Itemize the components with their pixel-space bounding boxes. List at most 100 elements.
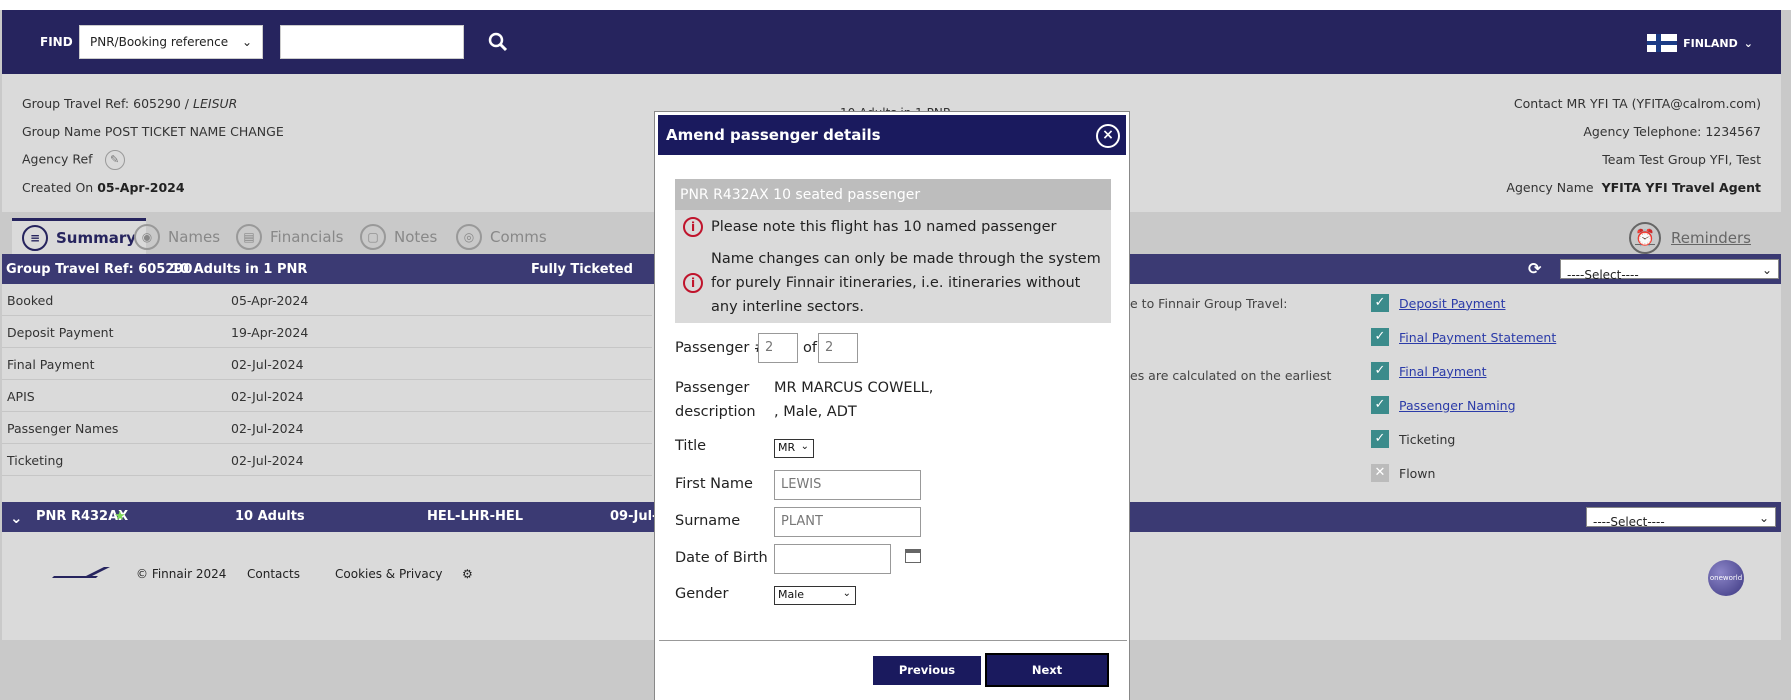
checkmark-icon: ✓: [1371, 396, 1389, 414]
surname-input[interactable]: PLANT: [774, 507, 921, 537]
desc-label-line2: description: [675, 404, 756, 420]
created-on-value: 05-Apr-2024: [97, 180, 185, 195]
tab-summary[interactable]: ≡ Summary: [12, 218, 147, 254]
gender-value: Male: [778, 588, 805, 601]
checklist-link[interactable]: Final Payment Statement: [1399, 330, 1556, 345]
search-input[interactable]: [280, 25, 464, 59]
agency-name-value: YFITA YFI Travel Agent: [1601, 180, 1761, 195]
date-row: Ticketing 02-Jul-2024: [2, 444, 652, 476]
select-value: ----Select----: [1567, 268, 1639, 282]
passenger-number-input[interactable]: 2: [758, 333, 798, 363]
date-row: Passenger Names 02-Jul-2024: [2, 412, 652, 444]
chevron-down-icon: ⌄: [842, 588, 851, 599]
first-name-input[interactable]: LEWIS: [774, 470, 921, 500]
tab-notes[interactable]: ▢ Notes: [360, 220, 437, 254]
gear-icon[interactable]: ⚙: [462, 567, 473, 581]
pnr-route: HEL-LHR-HEL: [427, 509, 524, 524]
tab-financials[interactable]: ▤ Financials: [236, 220, 344, 254]
amend-passenger-modal: Amend passenger details × PNR R432AX 10 …: [654, 111, 1130, 700]
chevron-down-icon: ⌄: [1743, 36, 1753, 50]
cookies-privacy-link[interactable]: Cookies & Privacy: [335, 567, 442, 581]
checklist-item: ✓ Final Payment Statement: [1371, 328, 1556, 346]
find-label: FIND: [40, 35, 73, 49]
agency-ref-label: Agency Ref: [22, 151, 93, 167]
date-row: Final Payment 02-Jul-2024: [2, 348, 652, 380]
checkmark-icon: ✓: [1371, 430, 1389, 448]
find-type-select[interactable]: PNR/Booking reference ⌄: [79, 25, 263, 59]
of-label: of: [803, 340, 817, 356]
contacts-link[interactable]: Contacts: [247, 567, 300, 581]
summary-ref: Group Travel Ref: 605290: [6, 262, 193, 277]
checklist-item: ✓ Final Payment: [1371, 362, 1487, 380]
next-button[interactable]: Next: [985, 653, 1109, 687]
gender-select[interactable]: Male ⌄: [774, 586, 856, 605]
previous-button[interactable]: Previous: [873, 656, 981, 685]
pnr-action-select[interactable]: ----Select---- ⌄: [1586, 507, 1776, 529]
checklist-link[interactable]: Final Payment: [1399, 364, 1487, 379]
date-row-label: Deposit Payment: [7, 325, 114, 340]
notice-heading: PNR R432AX 10 seated passenger: [675, 179, 1111, 210]
people-icon: ◉: [134, 224, 160, 250]
passenger-total-field: 2: [818, 333, 858, 363]
reminders-link[interactable]: ⏰ Reminders: [1629, 222, 1751, 254]
date-row-label: Ticketing: [7, 453, 64, 468]
oneworld-logo: oneworld: [1708, 560, 1744, 596]
group-name-label: Group Name: [22, 124, 101, 139]
group-name-value: POST TICKET NAME CHANGE: [104, 124, 284, 139]
close-icon[interactable]: ×: [1096, 124, 1120, 148]
checklist-link[interactable]: Passenger Naming: [1399, 398, 1516, 413]
group-name: Group Name POST TICKET NAME CHANGE: [22, 124, 284, 139]
dob-input[interactable]: [774, 544, 891, 574]
summary-status: Fully Ticketed: [531, 262, 633, 277]
warning-icon: i: [683, 217, 703, 237]
notice-text-1: Please note this flight has 10 named pas…: [711, 219, 1057, 235]
passenger-description: MR MARCUS COWELL, , Male, ADT: [774, 376, 933, 424]
date-row-label: Final Payment: [7, 357, 95, 372]
title-select[interactable]: MR ⌄: [774, 439, 814, 458]
gender-label: Gender: [675, 586, 729, 602]
info-note-1: e to Finnair Group Travel:: [1130, 296, 1288, 311]
checklist-item: ✓ Ticketing: [1371, 430, 1455, 448]
comms-icon: ◎: [456, 224, 482, 250]
list-icon: ≡: [22, 224, 48, 251]
group-ref: Group Travel Ref: 605290 / LEISUR: [22, 96, 237, 111]
agency-name-label: Agency Name: [1506, 180, 1594, 195]
created-on: Created On 05-Apr-2024: [22, 180, 185, 195]
top-header: FIND PNR/Booking reference ⌄ FINLAND ⌄: [2, 10, 1781, 74]
refresh-icon[interactable]: ⟳: [1528, 259, 1541, 278]
tab-names[interactable]: ◉ Names: [134, 220, 220, 254]
cross-icon: ✕: [1371, 464, 1389, 482]
country-selector[interactable]: FINLAND ⌄: [1647, 34, 1753, 52]
date-row: Booked 05-Apr-2024: [2, 284, 652, 316]
finnair-logo: [52, 567, 110, 578]
date-row-value: 02-Jul-2024: [231, 421, 304, 436]
group-ref-type: LEISUR: [193, 96, 238, 111]
agency-name: Agency Name YFITA YFI Travel Agent: [1506, 180, 1761, 195]
notice-box: PNR R432AX 10 seated passenger i Please …: [675, 179, 1111, 323]
summary-count: 10 Adults in 1 PNR: [171, 262, 308, 277]
tab-label: Notes: [394, 228, 438, 246]
date-row-value: 02-Jul-2024: [231, 453, 304, 468]
tab-comms[interactable]: ◎ Comms: [456, 220, 547, 254]
checkmark-icon: ✓: [1371, 328, 1389, 346]
date-row-value: 02-Jul-2024: [231, 389, 304, 404]
date-row-label: Booked: [7, 293, 54, 308]
search-icon[interactable]: [486, 30, 510, 54]
chevron-down-icon[interactable]: ⌄: [10, 509, 23, 527]
checkmark-icon: ✓: [1371, 362, 1389, 380]
checklist-item: ✓ Deposit Payment: [1371, 294, 1505, 312]
title-value: MR: [778, 441, 796, 454]
first-name-label: First Name: [675, 476, 753, 492]
chevron-down-icon: ⌄: [1761, 263, 1772, 277]
select-value: ----Select----: [1593, 515, 1665, 529]
checklist-link[interactable]: Deposit Payment: [1399, 296, 1505, 311]
checkmark-icon: ✓: [1371, 294, 1389, 312]
summary-action-select[interactable]: ----Select---- ⌄: [1560, 259, 1779, 282]
tab-label: Names: [168, 228, 221, 246]
find-type-value: PNR/Booking reference: [90, 35, 229, 49]
calendar-icon[interactable]: [905, 549, 921, 563]
note-icon: ▢: [360, 224, 386, 250]
dob-label: Date of Birth: [675, 550, 768, 566]
date-row-label: Passenger Names: [7, 421, 119, 436]
edit-pencil-icon[interactable]: ✎: [104, 150, 125, 170]
